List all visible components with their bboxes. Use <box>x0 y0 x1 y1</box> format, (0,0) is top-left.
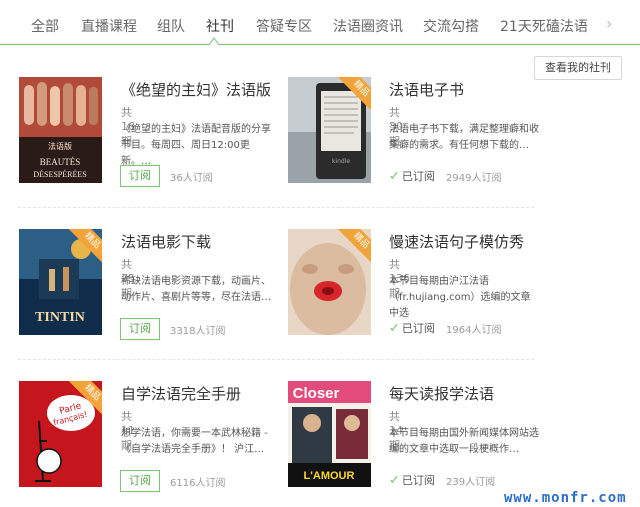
card-title[interactable]: 每天读报学法语 <box>389 383 494 404</box>
subscribed-status[interactable]: ✓ 已订阅 <box>389 472 435 488</box>
cover-image[interactable]: kindle 精品 <box>288 77 371 183</box>
cover-headline-text: L'AMOUR <box>304 470 355 482</box>
cover-image[interactable]: TINTIN 精品 <box>19 229 102 335</box>
watermark: www.monfr.com <box>504 490 627 506</box>
subscribe-button[interactable]: 订阅 <box>120 470 160 492</box>
tab-news[interactable]: 法语圈资讯 <box>333 16 403 36</box>
subscriber-count: 239人订阅 <box>446 477 496 488</box>
card-title[interactable]: 法语电子书 <box>389 79 464 100</box>
category-tabs: 全部 直播课程 组队 社刊 答疑专区 法语圈资讯 交流勾搭 21天死磕法语 › <box>0 0 640 45</box>
cover-image[interactable]: 精品 <box>288 229 371 335</box>
cover-title-text-2: DÉSESPÉRÉES <box>33 169 86 179</box>
card-description: 法语电子书下载，满足整理癖和收集癖的需求。有任何想下载的… <box>389 124 539 151</box>
chevron-right-icon[interactable]: › <box>606 14 612 33</box>
check-icon: ✓ <box>389 169 400 184</box>
card-description: 《绝望的主妇》法语配音版的分享节目。每周四、周日12:00更新。… <box>121 124 271 167</box>
tab-all[interactable]: 全部 <box>31 16 59 36</box>
cover-image[interactable]: Parle français! 精品 <box>19 381 102 487</box>
subscribed-label: 已订阅 <box>401 474 435 487</box>
subscribed-label: 已订阅 <box>401 322 435 335</box>
active-tab-caret-icon <box>209 37 219 45</box>
card-description: 本节目每期由国外新闻媒体网站选编的文章中选取一段梗概作… <box>389 428 539 455</box>
cover-subtitle-text: 法语版 <box>48 141 72 151</box>
check-icon: ✓ <box>389 473 400 488</box>
subscriber-count: 3318人订阅 <box>170 326 226 337</box>
tab-qa[interactable]: 答疑专区 <box>256 16 312 36</box>
cover-brand-text: kindle <box>332 158 350 165</box>
check-icon: ✓ <box>389 321 400 336</box>
cover-image[interactable]: Closer L'AMOUR <box>288 381 371 487</box>
cover-image[interactable]: 法语版 BEAUTÉS DÉSESPÉRÉES <box>19 77 102 183</box>
subscriber-count: 6116人订阅 <box>170 478 226 489</box>
subscriber-count: 1964人订阅 <box>446 325 502 336</box>
cover-title-text: Closer <box>293 385 340 402</box>
card-title[interactable]: 《绝望的主妇》法语版 <box>121 79 271 100</box>
tab-live-courses[interactable]: 直播课程 <box>81 16 137 36</box>
tab-21days[interactable]: 21天死磕法语 <box>500 16 588 36</box>
card-title[interactable]: 自学法语完全手册 <box>121 383 241 404</box>
card-title[interactable]: 法语电影下载 <box>121 231 211 252</box>
divider <box>18 359 534 360</box>
tab-teams[interactable]: 组队 <box>157 16 185 36</box>
subscribe-button[interactable]: 订阅 <box>120 318 160 340</box>
my-subscriptions-button[interactable]: 查看我的社刊 <box>534 56 622 80</box>
divider <box>18 207 534 208</box>
subscriber-count: 2949人订阅 <box>446 173 502 184</box>
tab-exchange[interactable]: 交流勾搭 <box>423 16 479 36</box>
tab-magazines[interactable]: 社刊 <box>206 16 234 36</box>
subscribed-label: 已订阅 <box>401 170 435 183</box>
card-description: 本节目每期由沪江法语（fr.hujiang.com）选编的文章中选 <box>389 276 531 319</box>
subscribed-status[interactable]: ✓ 已订阅 <box>389 320 435 336</box>
subscribed-status[interactable]: ✓ 已订阅 <box>389 168 435 184</box>
cover-title-text: BEAUTÉS <box>40 157 81 167</box>
cover-title-text: TINTIN <box>35 310 85 325</box>
subscriber-count: 36人订阅 <box>170 173 213 184</box>
subscribe-button[interactable]: 订阅 <box>120 165 160 187</box>
card-title[interactable]: 慢速法语句子模仿秀 <box>389 231 524 252</box>
card-description: 稀缺法语电影资源下载，动画片、动作片、喜剧片等等，尽在法语… <box>121 276 271 303</box>
card-description: 想学法语，你需要一本武林秘籍 - 《自学法语完全手册》！ 沪江… <box>121 428 268 455</box>
